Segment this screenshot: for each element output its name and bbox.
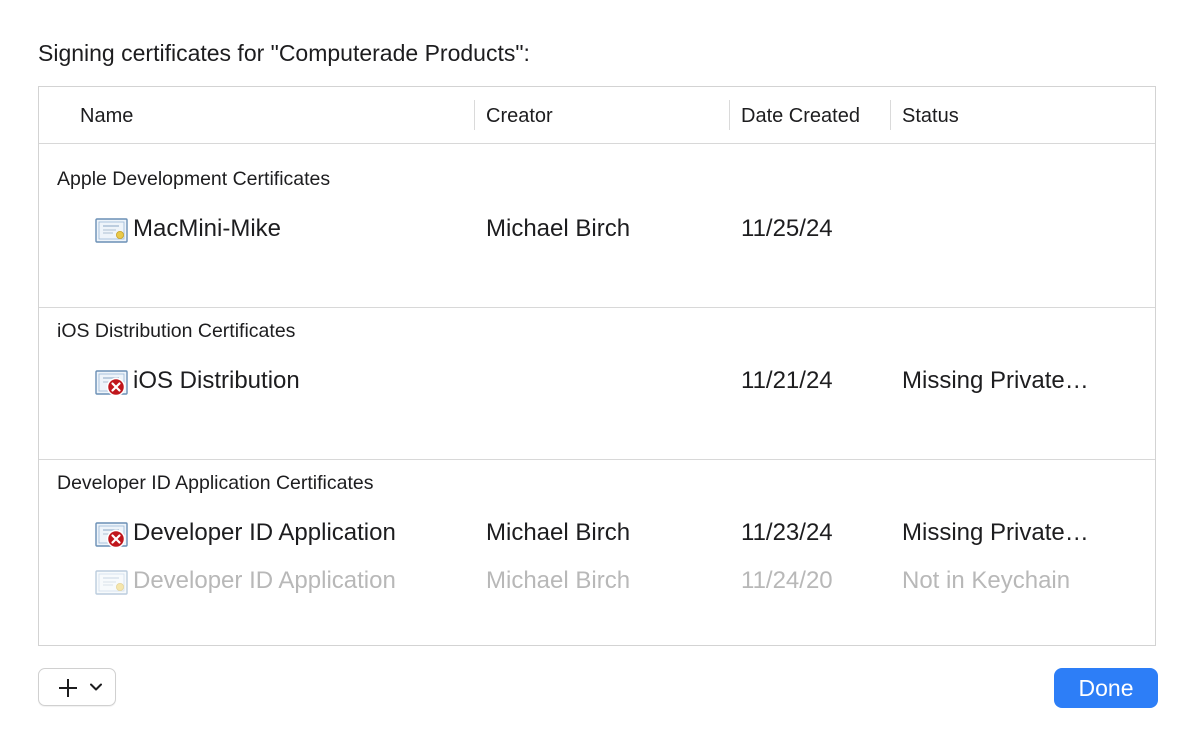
chevron-down-icon: [90, 683, 102, 691]
certificate-date: 11/25/24: [741, 215, 833, 242]
certificates-table: Name Creator Date Created Status Apple D…: [38, 86, 1156, 646]
certificate-error-icon: [95, 370, 128, 397]
section-title: Developer ID Application Certificates: [57, 472, 374, 494]
certificate-creator: Michael Birch: [486, 519, 631, 546]
certificate-date: 11/23/24: [741, 519, 833, 546]
certificate-status: Missing Private…: [902, 367, 1089, 394]
column-header-status[interactable]: Status: [902, 105, 959, 128]
certificate-icon: [95, 570, 128, 595]
section-ios-distribution: iOS Distribution Certificates iOS Distri…: [39, 308, 1155, 460]
column-header-date-created[interactable]: Date Created: [741, 105, 860, 128]
certificate-creator: Michael Birch: [486, 567, 631, 594]
column-separator[interactable]: [729, 100, 730, 130]
certificate-date: 11/24/20: [741, 567, 833, 594]
certificate-date: 11/21/24: [741, 367, 833, 394]
section-title: Apple Development Certificates: [57, 168, 331, 190]
certificate-creator: Michael Birch: [486, 215, 631, 242]
column-header-creator[interactable]: Creator: [486, 105, 553, 128]
certificate-error-icon: [95, 522, 128, 549]
certificate-name: Developer ID Application: [133, 567, 396, 594]
table-row[interactable]: iOS Distribution 11/21/24 Missing Privat…: [39, 361, 1155, 401]
column-header-name[interactable]: Name: [80, 105, 133, 128]
table-header: Name Creator Date Created Status: [39, 87, 1155, 144]
section-apple-development: Apple Development Certificates MacMini-M…: [39, 144, 1155, 308]
certificate-name: MacMini-Mike: [133, 215, 282, 242]
section-developer-id-application: Developer ID Application Certificates De…: [39, 460, 1155, 645]
certificate-name: iOS Distribution: [133, 367, 300, 394]
column-separator[interactable]: [474, 100, 475, 130]
certificate-status: Missing Private…: [902, 519, 1089, 546]
table-row[interactable]: Developer ID Application Michael Birch 1…: [39, 513, 1155, 553]
certificates-dialog: Signing certificates for "Computerade Pr…: [0, 0, 1200, 750]
table-row[interactable]: Developer ID Application Michael Birch 1…: [39, 561, 1155, 601]
column-separator[interactable]: [890, 100, 891, 130]
certificate-icon: [95, 218, 128, 243]
dialog-title: Signing certificates for "Computerade Pr…: [38, 40, 530, 66]
section-title: iOS Distribution Certificates: [57, 320, 296, 342]
certificate-status: Not in Keychain: [902, 567, 1071, 594]
certificate-name: Developer ID Application: [133, 519, 396, 546]
table-row[interactable]: MacMini-Mike Michael Birch 11/25/24: [39, 209, 1155, 249]
add-certificate-button[interactable]: [38, 668, 116, 706]
done-button[interactable]: Done: [1054, 668, 1158, 708]
plus-icon: [59, 679, 77, 697]
